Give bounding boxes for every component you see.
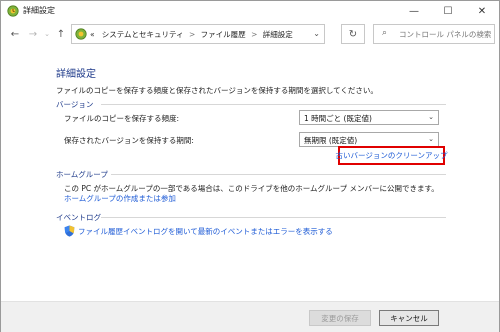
minimize-button[interactable]: — — [397, 1, 431, 21]
cancel-button[interactable]: キャンセル — [379, 310, 439, 326]
back-button[interactable]: ← — [7, 25, 23, 43]
keep-versions-label: 保存されたバージョンを保持する期間: — [64, 136, 194, 145]
open-event-log-link[interactable]: ファイル履歴イベントログを開いて最新のイベントまたはエラーを表示する — [78, 226, 333, 237]
file-history-icon — [7, 5, 19, 17]
keep-versions-select[interactable]: 無期限 (既定値) ⌄ — [299, 132, 439, 147]
search-placeholder: コントロール パネルの検索 — [399, 30, 492, 39]
cleanup-highlight: 古いバージョンのクリーンアップ — [336, 146, 448, 165]
homegroup-heading: ホームグループ — [56, 170, 108, 179]
settings-window: 詳細設定 — ☐ ✕ ← → ⌄ ↑ « システムとセキュリティ > ファイル履… — [0, 0, 500, 332]
shield-icon — [64, 225, 75, 237]
chevron-down-icon: ⌄ — [428, 135, 434, 143]
navigation-bar: ← → ⌄ ↑ « システムとセキュリティ > ファイル履歴 > 詳細設定 ⌄ … — [1, 23, 499, 45]
close-button[interactable]: ✕ — [465, 1, 499, 21]
breadcrumb-item-system-security[interactable]: システムとセキュリティ — [102, 30, 184, 39]
refresh-button[interactable]: ↻ — [341, 24, 365, 44]
footer-bar: 変更の保存 キャンセル — [1, 301, 499, 332]
save-changes-button[interactable]: 変更の保存 — [309, 310, 371, 326]
breadcrumb-separator: > — [251, 30, 258, 39]
eventlog-heading: イベントログ — [56, 213, 101, 222]
versions-divider — [101, 104, 446, 105]
page-description: ファイルのコピーを保存する頻度と保存されたバージョンを保持する期間を選択してくだ… — [56, 86, 378, 95]
page-title: 詳細設定 — [56, 69, 96, 80]
address-dropdown-icon[interactable]: ⌄ — [313, 29, 320, 38]
cleanup-old-versions-link[interactable]: 古いバージョンのクリーンアップ — [336, 150, 448, 161]
control-panel-icon — [75, 28, 87, 40]
search-box[interactable]: ⌕ コントロール パネルの検索 — [373, 24, 495, 44]
window-title: 詳細設定 — [23, 6, 55, 15]
address-bar[interactable]: « システムとセキュリティ > ファイル履歴 > 詳細設定 ⌄ — [71, 24, 325, 44]
breadcrumb-item-file-history[interactable]: ファイル履歴 — [201, 30, 246, 39]
up-button[interactable]: ↑ — [53, 25, 69, 43]
breadcrumb: « システムとセキュリティ > ファイル履歴 > 詳細設定 — [90, 29, 293, 40]
versions-heading: バージョン — [56, 100, 94, 109]
breadcrumb-item-advanced[interactable]: 詳細設定 — [263, 30, 293, 39]
copy-frequency-select[interactable]: 1 時間ごと (既定値) ⌄ — [299, 110, 439, 125]
breadcrumb-overflow[interactable]: « — [90, 30, 95, 39]
homegroup-divider — [111, 174, 446, 175]
breadcrumb-separator: > — [188, 30, 196, 39]
chevron-down-icon: ⌄ — [428, 113, 434, 121]
keep-versions-value: 無期限 (既定値) — [304, 136, 358, 145]
title-bar: 詳細設定 — ☐ ✕ — [1, 1, 499, 21]
search-icon: ⌕ — [382, 28, 388, 38]
copy-frequency-label: ファイルのコピーを保存する頻度: — [64, 114, 180, 123]
maximize-button[interactable]: ☐ — [431, 1, 465, 21]
homegroup-create-join-link[interactable]: ホームグループの作成または参加 — [64, 193, 176, 204]
copy-frequency-value: 1 時間ごと (既定値) — [304, 114, 372, 123]
eventlog-divider — [101, 217, 446, 218]
